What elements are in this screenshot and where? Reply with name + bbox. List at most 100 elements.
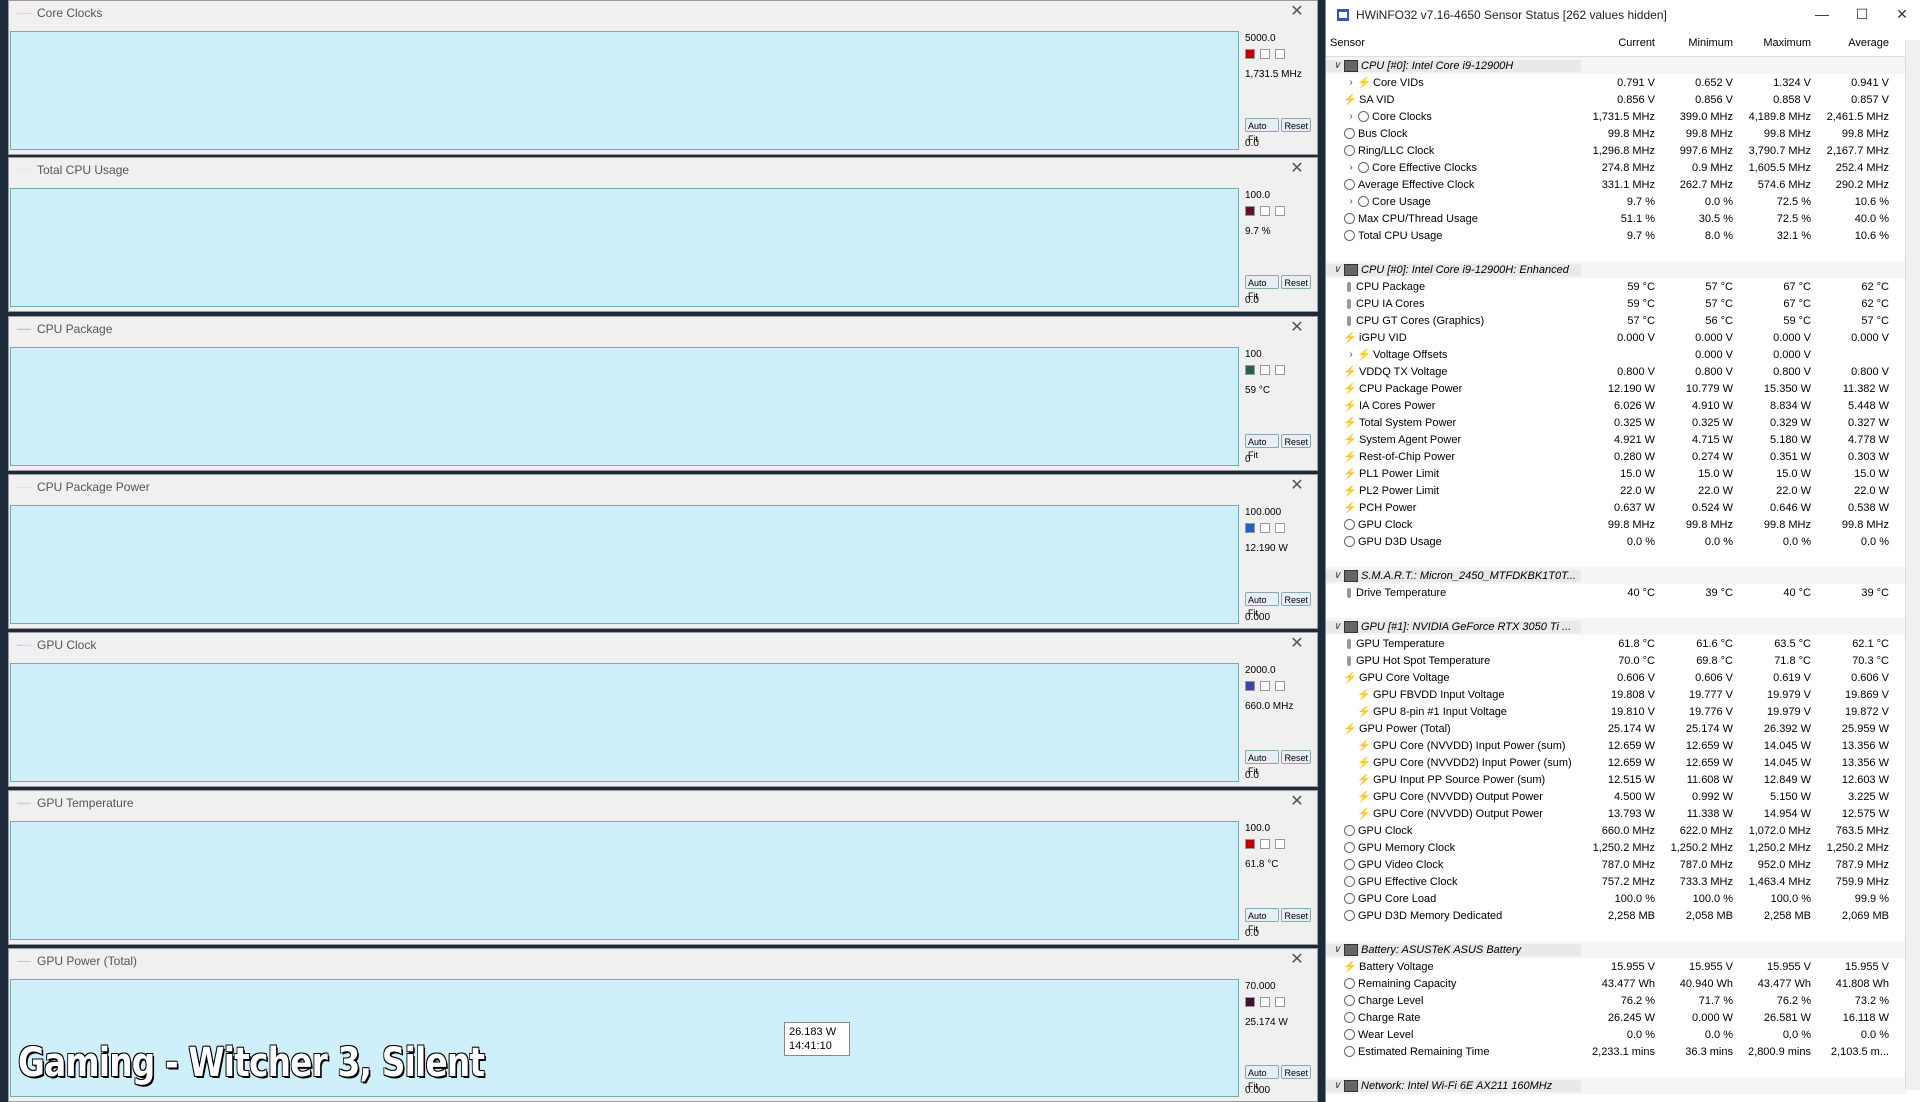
sensor-row[interactable]: ⚡ IA Cores Power 6.026 W 4.910 W 8.834 W 5.44… — [1326, 397, 1906, 414]
sensor-row[interactable]: ⚡ Total System Power 0.325 W 0.325 W 0.329 W… — [1326, 414, 1906, 431]
sensor-row[interactable]: Wear Level 0.0 % 0.0 % 0.0 % 0.0 % — [1326, 1026, 1906, 1043]
sensor-row[interactable]: Bus Clock 99.8 MHz 99.8 MHz 99.8 MHz 99.8 MH… — [1326, 125, 1906, 142]
maximize-button[interactable]: ☐ — [1852, 6, 1872, 23]
series-toggle-box[interactable] — [1260, 997, 1270, 1007]
sensor-row[interactable]: Max CPU/Thread Usage 51.1 % 30.5 % 72.5 % 40… — [1326, 210, 1906, 227]
sensor-group-row[interactable]: ∨ Network: Intel Wi-Fi 6E AX211 160MHz — [1326, 1077, 1906, 1094]
sensor-row[interactable]: › Core Effective Clocks 274.8 MHz 0.9 MHz 1,… — [1326, 159, 1906, 176]
series-color-swatch[interactable] — [1245, 206, 1255, 216]
sensor-row[interactable]: Total CPU Usage 9.7 % 8.0 % 32.1 % 10.6 % — [1326, 227, 1906, 244]
sensor-row[interactable]: GPU Hot Spot Temperature 70.0 °C 69.8 °C 71… — [1326, 652, 1906, 669]
series-color-swatch[interactable] — [1245, 997, 1255, 1007]
reset-button[interactable]: Reset — [1281, 750, 1311, 764]
sensor-row[interactable]: Charge Level 76.2 % 71.7 % 76.2 % 73.2 % — [1326, 992, 1906, 1009]
sensor-group-row[interactable]: ∨ GPU [#1]: NVIDIA GeForce RTX 3050 Ti ..… — [1326, 618, 1906, 635]
sensor-row[interactable]: ⚡ GPU FBVDD Input Voltage 19.808 V 19.777 V… — [1326, 686, 1906, 703]
sensor-group-row[interactable]: ∨ CPU [#0]: Intel Core i9-12900H — [1326, 57, 1906, 74]
reset-button[interactable]: Reset — [1281, 118, 1311, 132]
expand-chevron-icon[interactable]: › — [1344, 111, 1358, 122]
column-maximum[interactable]: Maximum — [1737, 37, 1815, 49]
reset-button[interactable]: Reset — [1281, 275, 1311, 289]
sensor-row[interactable]: ⚡ PCH Power 0.637 W 0.524 W 0.646 W 0.538 W — [1326, 499, 1906, 516]
column-current[interactable]: Current — [1581, 37, 1659, 49]
collapse-chevron-icon[interactable]: ∨ — [1330, 60, 1344, 71]
close-button[interactable]: ✕ — [1892, 6, 1912, 23]
collapse-chevron-icon[interactable]: ∨ — [1330, 570, 1344, 581]
series-color-swatch[interactable] — [1245, 839, 1255, 849]
sensor-row[interactable]: GPU Clock 660.0 MHz 622.0 MHz 1,072.0 MHz 76… — [1326, 822, 1906, 839]
sensor-row[interactable]: ⚡ GPU Core (NVVDD) Output Power 13.793 W 11… — [1326, 805, 1906, 822]
graph-window[interactable]: Core Clocks ✕ 5000.0 1,731.5 MHz Auto Fi… — [8, 0, 1318, 155]
series-toggle-box[interactable] — [1260, 523, 1270, 533]
graph-title-bar[interactable]: GPU Clock — [9, 633, 1317, 657]
reset-button[interactable]: Reset — [1281, 908, 1311, 922]
sensor-row[interactable]: › Core Clocks 1,731.5 MHz 399.0 MHz 4,189.8 … — [1326, 108, 1906, 125]
sensor-status-window[interactable]: HWiNFO32 v7.16-4650 Sensor Status [262 v… — [1325, 0, 1920, 1102]
collapse-chevron-icon[interactable]: ∨ — [1330, 621, 1344, 632]
close-icon[interactable]: ✕ — [1289, 794, 1305, 810]
series-toggle-box[interactable] — [1275, 206, 1285, 216]
sensor-row[interactable]: Ring/LLC Clock 1,296.8 MHz 997.6 MHz 3,790.… — [1326, 142, 1906, 159]
graph-title-bar[interactable]: GPU Power (Total) — [9, 949, 1317, 973]
sensor-row[interactable]: ⚡ GPU Power (Total) 25.174 W 25.174 W 26.392… — [1326, 720, 1906, 737]
sensor-row[interactable]: CPU IA Cores 59 °C 57 °C 67 °C 62 °C — [1326, 295, 1906, 312]
collapse-chevron-icon[interactable]: ∨ — [1330, 944, 1344, 955]
graph-window[interactable]: GPU Clock ✕ 2000.0 660.0 MHz Auto Fit Re… — [8, 632, 1318, 787]
sensor-row[interactable]: Average Effective Clock 331.1 MHz 262.7 MH… — [1326, 176, 1906, 193]
close-icon[interactable]: ✕ — [1289, 4, 1305, 20]
auto-fit-button[interactable]: Auto Fit — [1245, 908, 1280, 934]
graph-title-bar[interactable]: CPU Package Power — [9, 475, 1317, 499]
sensor-row[interactable]: CPU GT Cores (Graphics) 57 °C 56 °C 59 °C 57… — [1326, 312, 1906, 329]
sensor-row[interactable]: Remaining Capacity 43.477 Wh 40.940 Wh 43.4… — [1326, 975, 1906, 992]
close-icon[interactable]: ✕ — [1289, 478, 1305, 494]
sensor-row[interactable]: ⚡ GPU Core (NVVDD2) Input Power (sum) 12.6… — [1326, 754, 1906, 771]
sensor-row[interactable]: GPU Clock 99.8 MHz 99.8 MHz 99.8 MHz 99.8 MH… — [1326, 516, 1906, 533]
auto-fit-button[interactable]: Auto Fit — [1245, 1065, 1280, 1091]
series-color-swatch[interactable] — [1245, 365, 1255, 375]
expand-chevron-icon[interactable]: › — [1344, 196, 1358, 207]
graph-title-bar[interactable]: Core Clocks — [9, 1, 1317, 25]
sensor-row[interactable]: Estimated Remaining Time 2,233.1 mins 36.3… — [1326, 1043, 1906, 1060]
collapse-chevron-icon[interactable]: ∨ — [1330, 264, 1344, 275]
collapse-chevron-icon[interactable]: ∨ — [1330, 1080, 1344, 1091]
graph-title-bar[interactable]: Total CPU Usage — [9, 158, 1317, 182]
vertical-scrollbar[interactable] — [1905, 40, 1920, 1090]
close-icon[interactable]: ✕ — [1289, 320, 1305, 336]
series-color-swatch[interactable] — [1245, 49, 1255, 59]
sensor-row[interactable]: Charge Rate 26.245 W 0.000 W 26.581 W 16.118… — [1326, 1009, 1906, 1026]
series-color-swatch[interactable] — [1245, 681, 1255, 691]
column-minimum[interactable]: Minimum — [1659, 37, 1737, 49]
sensor-group-row[interactable]: ∨ CPU [#0]: Intel Core i9-12900H: Enhance… — [1326, 261, 1906, 278]
series-toggle-box[interactable] — [1260, 206, 1270, 216]
sensor-row[interactable]: ⚡ System Agent Power 4.921 W 4.715 W 5.180 W… — [1326, 431, 1906, 448]
series-toggle-box[interactable] — [1275, 839, 1285, 849]
column-average[interactable]: Average — [1815, 37, 1893, 49]
series-toggle-box[interactable] — [1260, 365, 1270, 375]
sensor-row[interactable]: ⚡ GPU Core (NVVDD) Output Power 4.500 W 0.9… — [1326, 788, 1906, 805]
expand-chevron-icon[interactable]: › — [1344, 349, 1358, 360]
graph-window[interactable]: CPU Package Power ✕ 100.000 12.190 W Aut… — [8, 474, 1318, 629]
sensor-row[interactable]: Drive Temperature 40 °C 39 °C 40 °C 39 °C — [1326, 584, 1906, 601]
series-color-swatch[interactable] — [1245, 523, 1255, 533]
column-sensor[interactable]: Sensor — [1326, 37, 1581, 49]
sensor-row[interactable]: GPU Temperature 61.8 °C 61.6 °C 63.5 °C 62.1… — [1326, 635, 1906, 652]
sensor-row[interactable]: GPU Core Load 100.0 % 100.0 % 100.0 % 99.9 % — [1326, 890, 1906, 907]
graph-title-bar[interactable]: GPU Temperature — [9, 791, 1317, 815]
sensor-row[interactable]: › ⚡ Voltage Offsets 0.000 V 0.000 V — [1326, 346, 1906, 363]
sensor-row[interactable]: GPU D3D Memory Dedicated 2,258 MB 2,058 MB… — [1326, 907, 1906, 924]
sensor-row[interactable]: ⚡ SA VID 0.856 V 0.856 V 0.858 V 0.857 V — [1326, 91, 1906, 108]
sensor-row[interactable]: ⚡ CPU Package Power 12.190 W 10.779 W 15.350… — [1326, 380, 1906, 397]
sensor-row[interactable]: ⚡ Rest-of-Chip Power 0.280 W 0.274 W 0.351 W… — [1326, 448, 1906, 465]
sensor-row[interactable]: CPU Package 59 °C 57 °C 67 °C 62 °C — [1326, 278, 1906, 295]
series-toggle-box[interactable] — [1260, 681, 1270, 691]
sensor-row[interactable]: ⚡ GPU Core (NVVDD) Input Power (sum) 12.65… — [1326, 737, 1906, 754]
series-toggle-box[interactable] — [1260, 49, 1270, 59]
series-toggle-box[interactable] — [1275, 523, 1285, 533]
minimize-button[interactable]: — — [1812, 6, 1832, 22]
series-toggle-box[interactable] — [1275, 997, 1285, 1007]
sensor-row[interactable]: ⚡ GPU Input PP Source Power (sum) 12.515 W… — [1326, 771, 1906, 788]
auto-fit-button[interactable]: Auto Fit — [1245, 434, 1280, 460]
series-toggle-box[interactable] — [1260, 839, 1270, 849]
close-icon[interactable]: ✕ — [1289, 161, 1305, 177]
sensor-row[interactable]: GPU Memory Clock 1,250.2 MHz 1,250.2 MHz 1,… — [1326, 839, 1906, 856]
